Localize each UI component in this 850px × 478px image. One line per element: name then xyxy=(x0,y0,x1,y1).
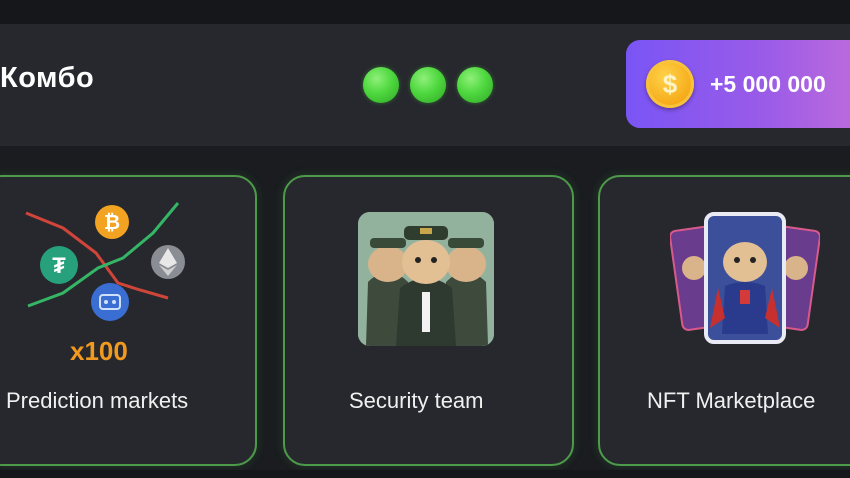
card-label: NFT Marketplace xyxy=(647,388,816,413)
svg-text:₮: ₮ xyxy=(52,253,66,278)
nft-cards-image xyxy=(670,212,820,344)
combo-reward-amount: +5 000 000 xyxy=(710,71,826,97)
card-label: Prediction markets xyxy=(6,388,189,413)
combo-dot-found xyxy=(410,67,446,103)
combo-progress-dots xyxy=(363,67,493,103)
svg-text:₿: ₿ xyxy=(104,212,120,234)
security-hamsters-image xyxy=(358,212,494,346)
combo-dot-found xyxy=(363,67,399,103)
bottom-strip xyxy=(0,470,850,478)
multiplier-badge: x100 xyxy=(70,336,128,366)
coin-icon: $ xyxy=(646,60,694,108)
card-label: Security team xyxy=(349,388,484,413)
top-bar xyxy=(0,0,850,24)
combo-title: Комбо xyxy=(0,62,95,94)
combo-dot-found xyxy=(457,67,493,103)
